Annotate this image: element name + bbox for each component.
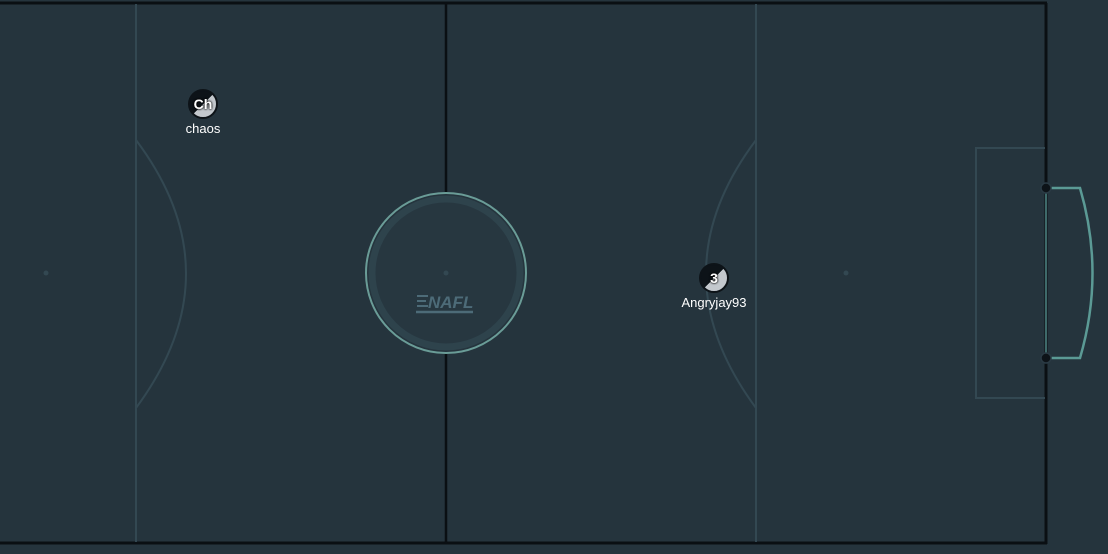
goal-post-top (1040, 182, 1052, 194)
player-name-label: chaos (185, 121, 221, 136)
player-token-icon[interactable]: Ch (188, 89, 218, 119)
goal-post-bottom (1040, 352, 1052, 364)
logo-text: NAFL (428, 293, 473, 312)
soccer-pitch (0, 0, 1108, 554)
game-canvas[interactable]: NAFL Ch chaos 3 Angryjay93 (0, 0, 1108, 554)
player-angryjay93[interactable]: 3 Angryjay93 (654, 263, 774, 310)
center-spot (443, 270, 449, 276)
player-token-label: Ch (193, 96, 213, 112)
right-spot (843, 270, 849, 276)
left-spot (43, 270, 49, 276)
player-chaos[interactable]: Ch chaos (143, 89, 263, 136)
player-name-label: Angryjay93 (681, 295, 747, 310)
player-token-icon[interactable]: 3 (699, 263, 729, 293)
player-token-label: 3 (710, 270, 718, 286)
pitch-surface (0, 0, 1108, 554)
nafl-logo-icon: NAFL (416, 293, 473, 314)
